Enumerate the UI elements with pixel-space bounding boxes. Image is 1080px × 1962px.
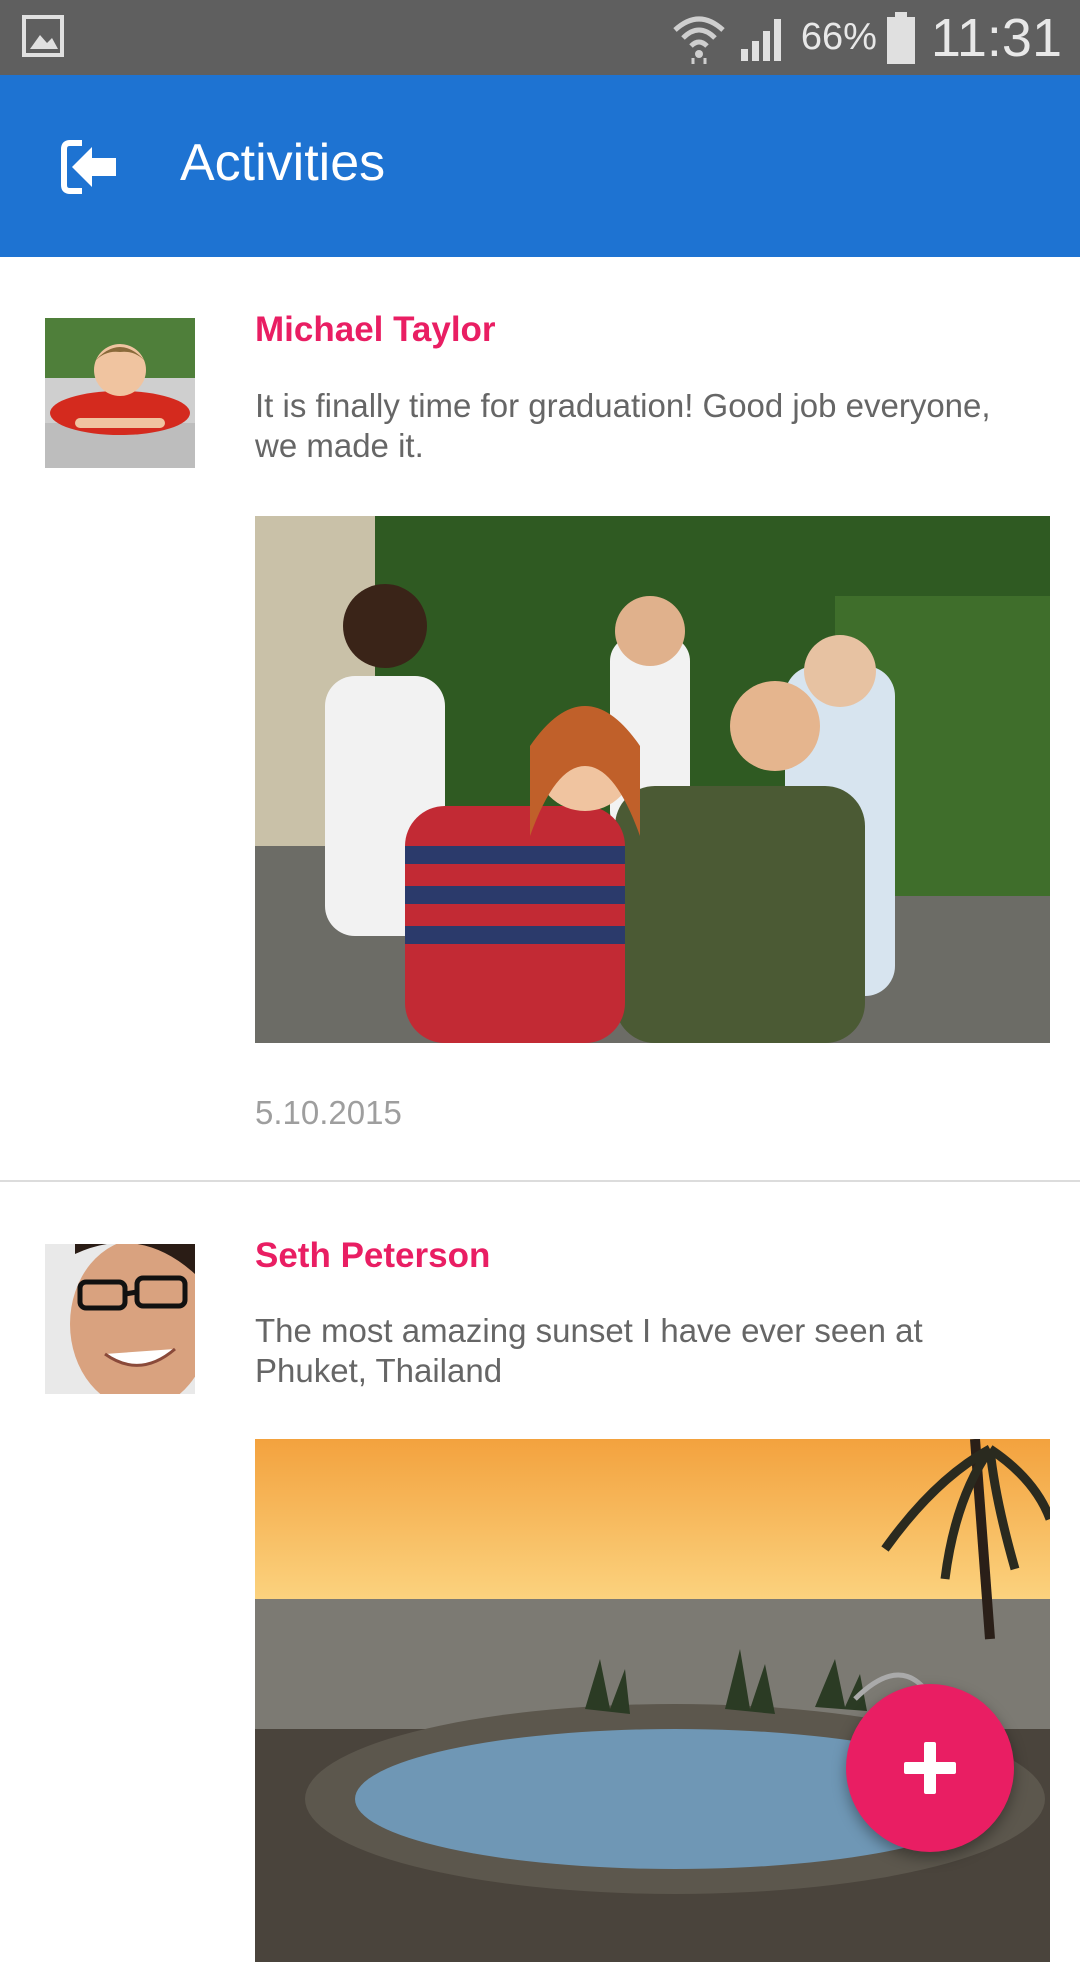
- signal-icon: [740, 18, 781, 61]
- post-text: It is finally time for graduation! Good …: [255, 387, 991, 464]
- post-photo[interactable]: [255, 516, 1050, 1043]
- page-title: Activities: [180, 134, 386, 192]
- clock: 11:31: [930, 7, 1062, 68]
- post-card[interactable]: Michael Taylor It is finally time for gr…: [0, 257, 1080, 1182]
- plus-icon: [904, 1742, 956, 1794]
- battery-icon: [886, 11, 915, 64]
- post-text: The most amazing sunset I have ever seen…: [255, 1312, 923, 1389]
- app-bar: Activities: [0, 75, 1080, 257]
- post-author[interactable]: Seth Peterson: [255, 1236, 490, 1276]
- add-post-button[interactable]: [846, 1684, 1014, 1852]
- post-date: 5.10.2015: [255, 1094, 402, 1131]
- post-author[interactable]: Michael Taylor: [255, 310, 496, 350]
- wifi-icon: [673, 16, 725, 64]
- avatar[interactable]: [45, 1244, 195, 1394]
- battery-percent: 66%: [800, 16, 877, 58]
- gallery-notification-icon: [22, 15, 64, 57]
- avatar[interactable]: [45, 318, 195, 468]
- status-bar: 66% 11:31: [0, 0, 1080, 75]
- exit-arrow-icon[interactable]: [58, 135, 122, 199]
